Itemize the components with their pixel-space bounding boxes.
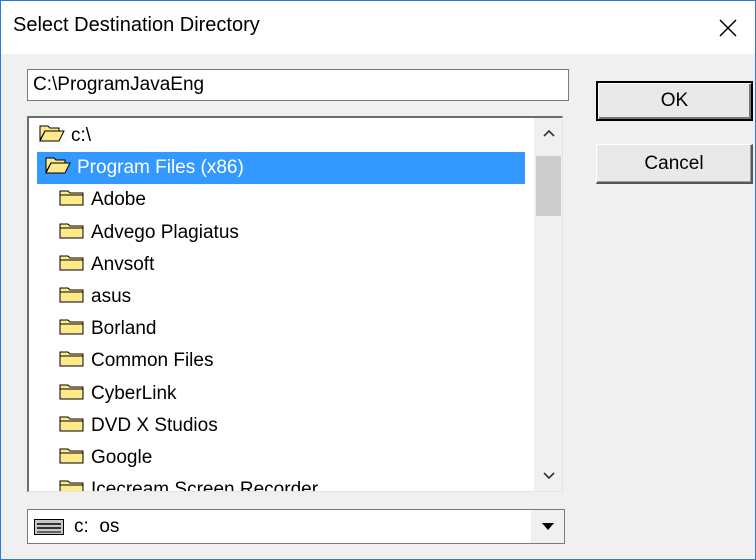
directory-item[interactable]: DVD X Studios <box>29 410 534 442</box>
directory-item[interactable]: Anvsoft <box>29 249 534 281</box>
directory-item[interactable]: Borland <box>29 313 534 345</box>
dropdown-arrow-icon <box>541 522 554 530</box>
directory-item-label: Common Files <box>91 350 214 371</box>
chevron-up-icon <box>542 129 555 137</box>
cancel-button[interactable]: Cancel <box>596 144 753 184</box>
folder-icon <box>59 446 85 470</box>
directory-item-label: Advego Plagiatus <box>91 222 239 243</box>
folder-icon <box>59 285 85 309</box>
directory-item-label: DVD X Studios <box>91 415 218 436</box>
dialog-window: Select Destination Directory OK Cancel c… <box>0 0 756 560</box>
scroll-thumb[interactable] <box>536 156 561 216</box>
directory-tree[interactable]: c:\ Program Files (x86) Adobe Advego Plagia… <box>27 116 563 492</box>
directory-item[interactable]: c:\ <box>29 120 534 152</box>
directory-item-label: Adobe <box>91 189 146 210</box>
directory-item-label: Program Files (x86) <box>77 157 244 178</box>
close-icon <box>719 18 737 37</box>
directory-item[interactable]: Google <box>29 442 534 474</box>
folder-open-icon <box>39 124 65 148</box>
folder-open-icon <box>45 156 71 180</box>
drive-select[interactable]: c: os <box>27 509 565 544</box>
directory-item[interactable]: Advego Plagiatus <box>29 217 534 249</box>
folder-icon <box>59 188 85 212</box>
directory-item-label: CyberLink <box>91 383 177 404</box>
folder-icon <box>59 414 85 438</box>
title-bar: Select Destination Directory <box>1 1 755 54</box>
directory-item-label: Google <box>91 447 153 468</box>
directory-item[interactable]: Icecream Screen Recorder <box>29 474 534 491</box>
directory-item-label: Borland <box>91 318 157 339</box>
close-button[interactable] <box>701 1 755 54</box>
drive-label: c: os <box>74 516 120 537</box>
scroll-down-button[interactable] <box>534 461 562 491</box>
directory-item-label: Icecream Screen Recorder <box>91 479 319 491</box>
directory-item[interactable]: Adobe <box>29 184 534 216</box>
directory-item-label: Anvsoft <box>91 254 155 275</box>
directory-item-label: asus <box>91 286 132 307</box>
directory-item[interactable]: Program Files (x86) <box>37 152 525 184</box>
vertical-scrollbar[interactable] <box>534 118 562 491</box>
directory-item-label: c:\ <box>71 125 92 146</box>
ok-button[interactable]: OK <box>596 81 753 121</box>
chevron-down-icon <box>542 472 555 480</box>
scroll-up-button[interactable] <box>534 118 562 148</box>
directory-item[interactable]: Common Files <box>29 345 534 377</box>
drive-icon <box>34 519 64 535</box>
folder-icon <box>59 221 85 245</box>
directory-item[interactable]: asus <box>29 281 534 313</box>
drive-dropdown-button[interactable] <box>531 510 564 543</box>
folder-icon <box>59 382 85 406</box>
folder-icon <box>59 253 85 277</box>
directory-item[interactable]: CyberLink <box>29 378 534 410</box>
folder-icon <box>59 317 85 341</box>
directory-path-input[interactable] <box>27 69 569 101</box>
folder-icon <box>59 349 85 373</box>
dialog-title: Select Destination Directory <box>13 14 260 36</box>
folder-icon <box>59 478 85 491</box>
directory-list: c:\ Program Files (x86) Adobe Advego Plagia… <box>29 118 534 491</box>
